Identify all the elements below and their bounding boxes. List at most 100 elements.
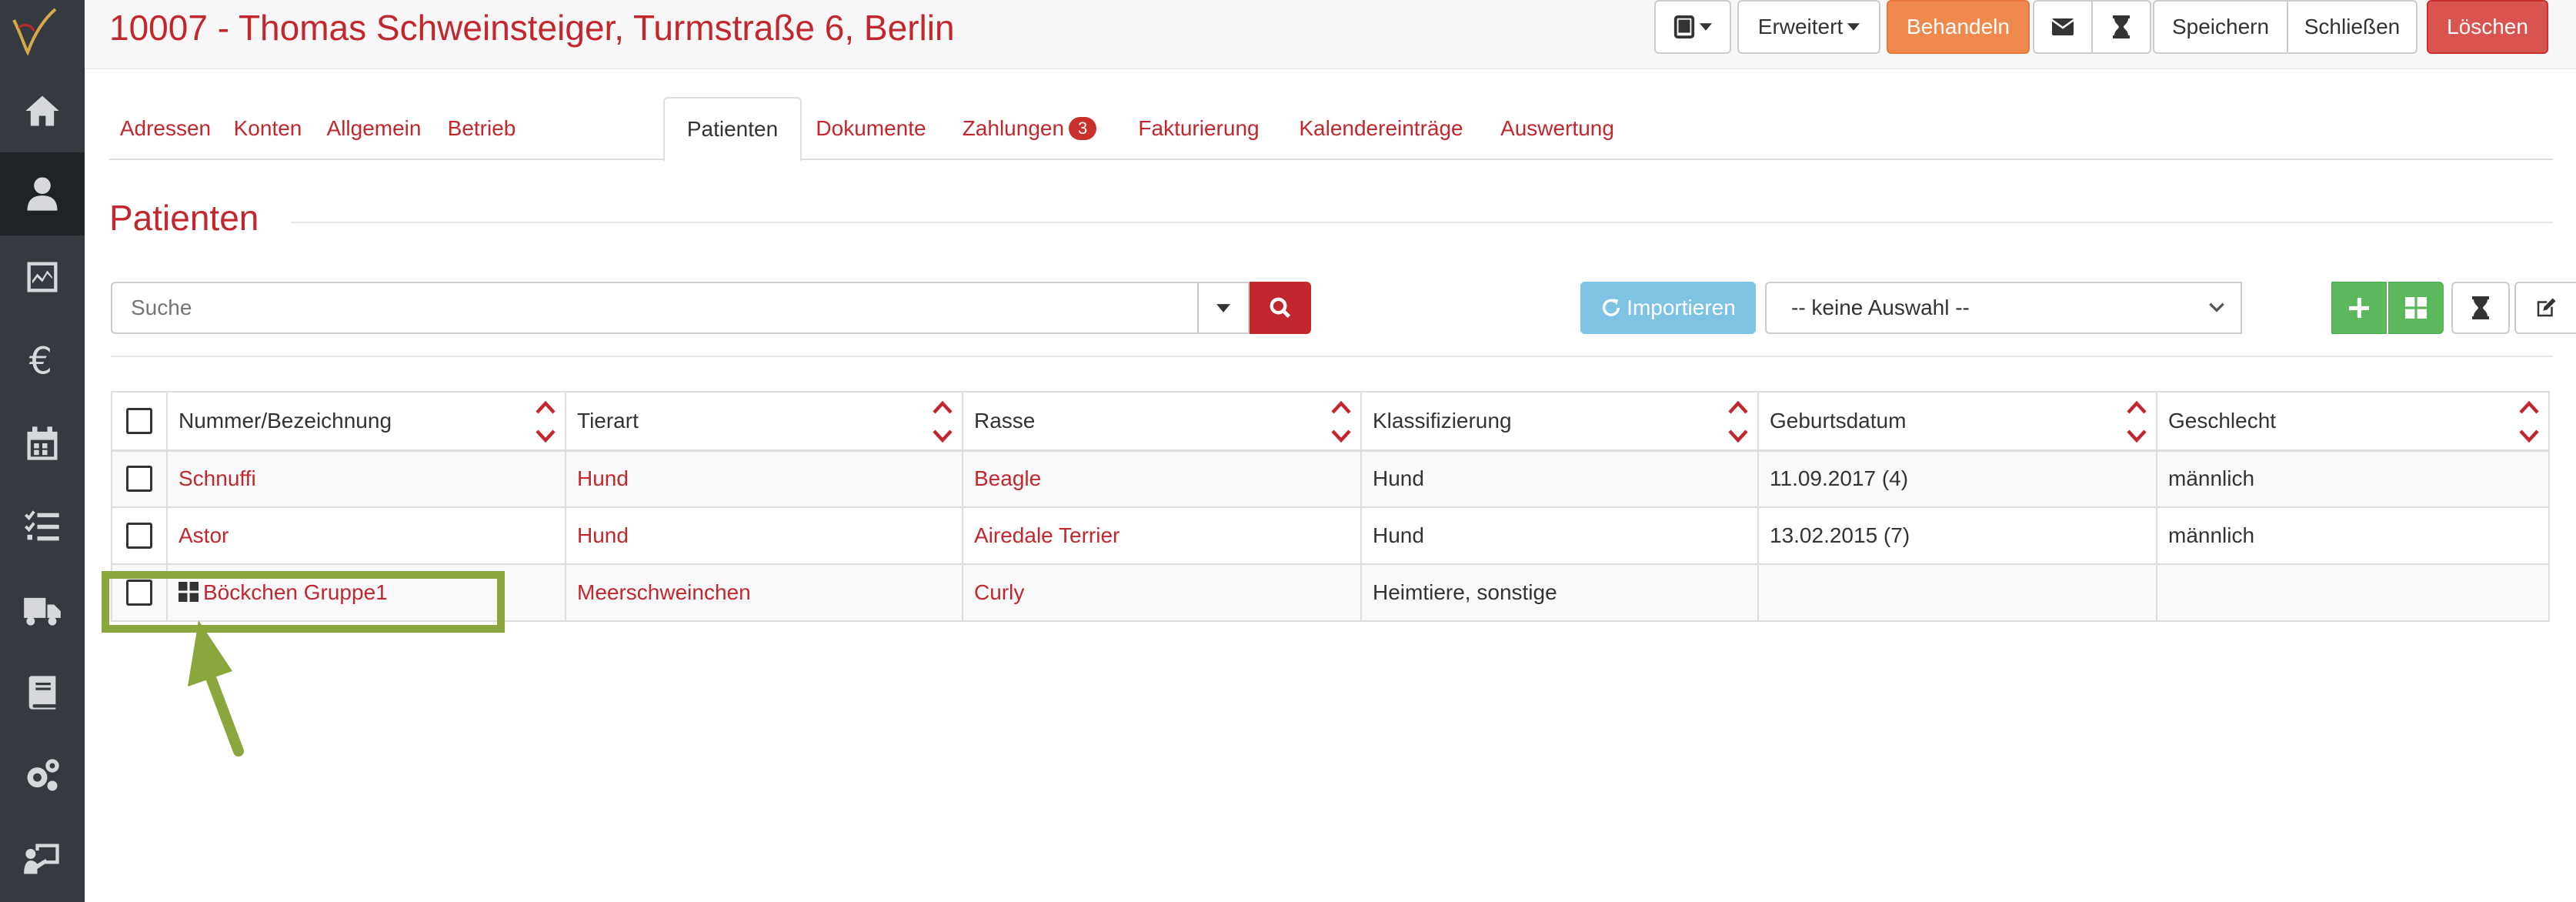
search-input[interactable]	[111, 282, 1223, 334]
column-header[interactable]: Geburtsdatum	[1757, 391, 2157, 452]
sidebar-book[interactable]	[0, 651, 85, 734]
tab-patienten[interactable]: Patienten	[663, 97, 802, 162]
importieren-button[interactable]: Importieren	[1580, 282, 1756, 334]
sort-icon[interactable]	[2519, 399, 2539, 445]
tierart-link[interactable]: Hund	[577, 466, 629, 490]
home-icon	[25, 95, 59, 126]
loeschen-label: Löschen	[2447, 15, 2528, 38]
patient-link[interactable]: Astor	[179, 523, 229, 547]
top-bar: 10007 - Thomas Schweinsteiger, Turmstraß…	[85, 0, 2576, 69]
app-logo[interactable]	[8, 5, 62, 58]
sort-icon[interactable]	[536, 399, 556, 445]
tab-zahlungen[interactable]: Zahlungen 3	[945, 97, 1114, 160]
column-header[interactable]: Geschlecht	[2156, 391, 2550, 452]
schliessen-button[interactable]: Schließen	[2287, 0, 2418, 54]
device-dropdown-button[interactable]	[1654, 0, 1731, 54]
main-content: 10007 - Thomas Schweinsteiger, Turmstraß…	[85, 0, 2576, 902]
geschlecht-cell	[2156, 563, 2550, 622]
loeschen-button[interactable]: Löschen	[2427, 0, 2548, 54]
geburt-cell: 11.09.2017 (4)	[1757, 449, 2157, 508]
erweitert-dropdown-button[interactable]: Erweitert	[1737, 0, 1880, 54]
search-icon	[1270, 297, 1291, 319]
rasse-link[interactable]: Beagle	[974, 466, 1041, 490]
tierart-link[interactable]: Meerschweinchen	[577, 580, 751, 604]
speichern-label: Speichern	[2171, 15, 2270, 38]
sidebar-monitor[interactable]	[0, 236, 85, 319]
tablet-icon	[1673, 15, 1695, 38]
tab-label: Auswertung	[1500, 116, 1614, 140]
sidebar-calendar[interactable]	[0, 402, 85, 485]
table-row[interactable]: Schnuffi Hund Beagle Hund 11.09.2017 (4)…	[111, 449, 2550, 508]
grid-icon	[2405, 297, 2427, 319]
speichern-button[interactable]: Speichern	[2153, 0, 2288, 54]
rasse-link[interactable]: Airedale Terrier	[974, 523, 1119, 547]
tab-dokumente[interactable]: Dokumente	[805, 97, 937, 160]
sort-icon[interactable]	[2127, 399, 2147, 445]
select-all-checkbox[interactable]	[126, 407, 152, 434]
task-list-icon	[24, 510, 59, 541]
edit-button[interactable]	[2514, 282, 2576, 334]
truck-icon	[24, 597, 61, 626]
tab-bar: Adressen Konten Allgemein Betrieb Patien…	[109, 97, 2553, 162]
search-button[interactable]	[1250, 282, 1311, 334]
behandeln-button[interactable]: Behandeln	[1887, 0, 2030, 54]
schliessen-label: Schließen	[2304, 15, 2401, 38]
geschlecht-cell: männlich	[2156, 449, 2550, 508]
name-cell: Schnuffi	[166, 449, 566, 508]
history-button[interactable]	[2091, 0, 2151, 54]
table-row[interactable]: Astor Hund Airedale Terrier Hund 13.02.2…	[111, 506, 2550, 565]
tab-konten[interactable]: Konten	[222, 97, 314, 160]
tierart-link[interactable]: Hund	[577, 523, 629, 547]
sort-icon[interactable]	[933, 399, 953, 445]
rasse-cell: Beagle	[962, 449, 1362, 508]
tab-label: Kalendereinträge	[1299, 116, 1463, 140]
tab-label: Betrieb	[447, 116, 516, 140]
row-checkbox[interactable]	[126, 523, 152, 549]
tab-kalendereintraege[interactable]: Kalendereinträge	[1285, 97, 1477, 160]
tab-allgemein[interactable]: Allgemein	[314, 97, 434, 160]
sort-icon[interactable]	[1728, 399, 1748, 445]
gears-icon	[27, 759, 59, 791]
column-label: Klassifizierung	[1373, 408, 1512, 433]
search-options-button[interactable]	[1197, 282, 1250, 334]
behandeln-label: Behandeln	[1907, 15, 2010, 38]
column-header[interactable]: Tierart	[565, 391, 963, 452]
add-patient-button[interactable]	[2331, 282, 2387, 334]
sort-icon[interactable]	[1331, 399, 1351, 445]
book-icon	[28, 676, 56, 710]
tierart-cell: Hund	[565, 506, 963, 565]
tab-fakturierung[interactable]: Fakturierung	[1122, 97, 1276, 160]
patient-link[interactable]: Schnuffi	[179, 466, 256, 490]
sidebar-delivery[interactable]	[0, 568, 85, 651]
sidebar-finance[interactable]: €	[0, 319, 85, 402]
sidebar-reports[interactable]	[0, 817, 85, 900]
svg-text:€: €	[29, 340, 52, 380]
annotation-arrow-icon	[188, 620, 244, 757]
tab-auswertung[interactable]: Auswertung	[1487, 97, 1628, 160]
row-checkbox[interactable]	[126, 466, 152, 493]
hourglass-icon	[2113, 15, 2130, 38]
sidebar-home[interactable]	[0, 69, 85, 152]
tab-betrieb[interactable]: Betrieb	[434, 97, 529, 160]
sidebar-tasks[interactable]	[0, 485, 85, 568]
sidebar-settings[interactable]	[0, 734, 85, 817]
presentation-icon	[24, 844, 59, 874]
column-label: Geburtsdatum	[1770, 408, 1907, 433]
history-button[interactable]	[2451, 282, 2510, 334]
sidebar-customers[interactable]	[0, 152, 85, 236]
page-title: 10007 - Thomas Schweinsteiger, Turmstraß…	[109, 8, 955, 48]
row-select-cell	[111, 506, 168, 565]
tab-label: Zahlungen	[962, 116, 1065, 140]
add-group-button[interactable]	[2388, 282, 2444, 334]
zahlungen-count-badge: 3	[1069, 117, 1097, 140]
klass-cell: Hund	[1360, 506, 1759, 565]
klass-cell: Heimtiere, sonstige	[1360, 563, 1759, 622]
column-header[interactable]: Nummer/Bezeichnung	[166, 391, 566, 452]
email-button[interactable]	[2033, 0, 2093, 54]
rasse-link[interactable]: Curly	[974, 580, 1024, 604]
action-select[interactable]: -- keine Auswahl --	[1765, 282, 2242, 334]
column-header[interactable]: Rasse	[962, 391, 1362, 452]
column-label: Tierart	[577, 408, 639, 433]
column-header[interactable]: Klassifizierung	[1360, 391, 1759, 452]
tab-adressen[interactable]: Adressen	[109, 97, 222, 160]
